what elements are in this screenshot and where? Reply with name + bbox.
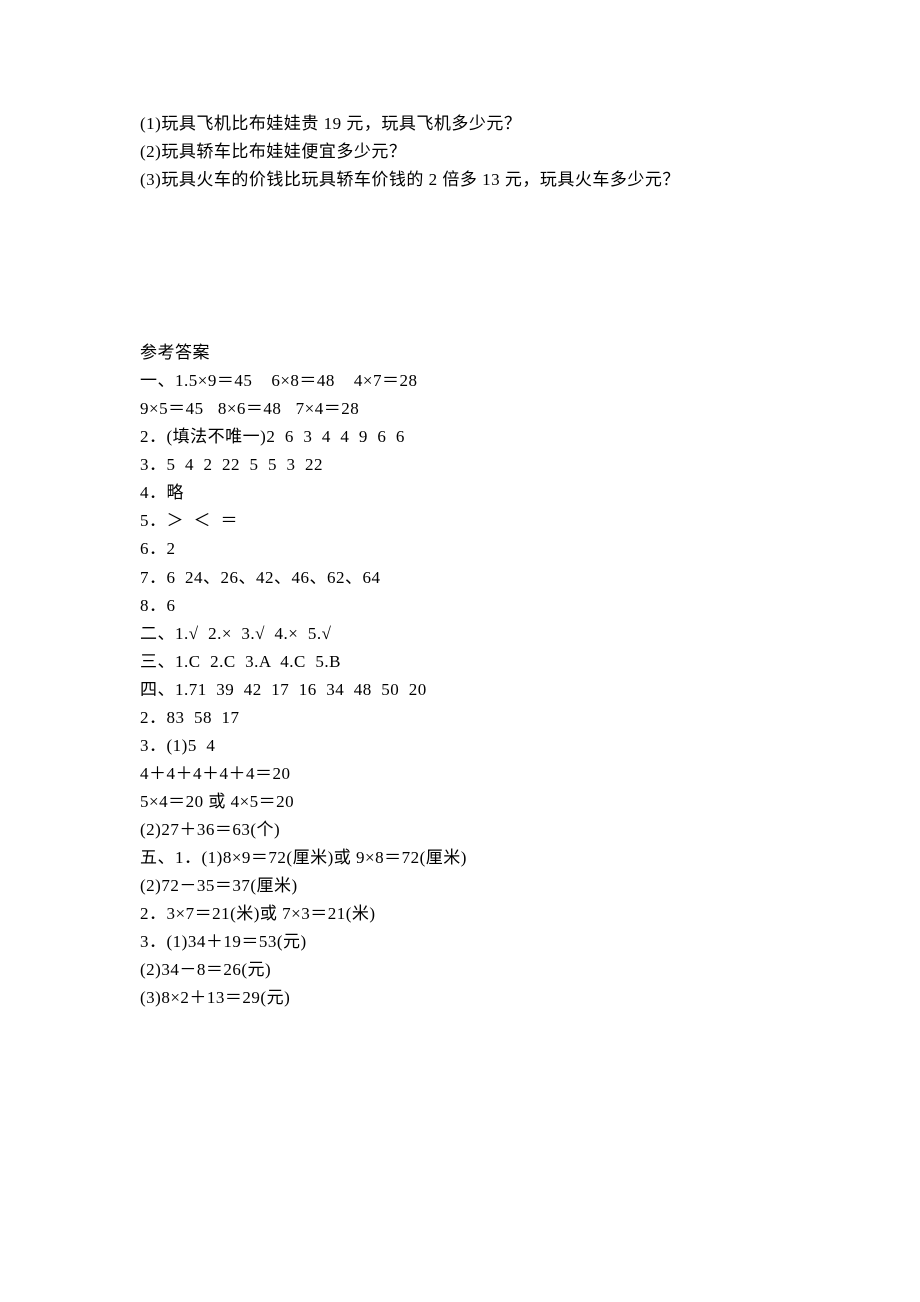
answer-section-3: 三、1.C 2.C 3.A 4.C 5.B bbox=[140, 648, 780, 676]
answers-title: 参考答案 bbox=[140, 339, 780, 367]
section-gap bbox=[140, 194, 780, 339]
document-content: (1)玩具飞机比布娃娃贵 19 元，玩具飞机多少元？ (2)玩具轿车比布娃娃便宜… bbox=[140, 110, 780, 1012]
answer-section-4-3b: 4＋4＋4＋4＋4＝20 bbox=[140, 760, 780, 788]
answer-section-5-5: (2)34－8＝26(元) bbox=[140, 956, 780, 984]
answer-1-2: 9×5＝45 8×6＝48 7×4＝28 bbox=[140, 395, 780, 423]
answer-5: 5．＞ ＜ ＝ bbox=[140, 507, 780, 535]
answer-section-4-3: 3．(1)5 4 bbox=[140, 732, 780, 760]
answer-2: 2．(填法不唯一)2 6 3 4 4 9 6 6 bbox=[140, 423, 780, 451]
question-2: (2)玩具轿车比布娃娃便宜多少元？ bbox=[140, 138, 780, 166]
answer-4: 4．略 bbox=[140, 479, 780, 507]
answer-section-5-6: (3)8×2＋13＝29(元) bbox=[140, 984, 780, 1012]
question-1: (1)玩具飞机比布娃娃贵 19 元，玩具飞机多少元？ bbox=[140, 110, 780, 138]
answer-section-4-1: 四、1.71 39 42 17 16 34 48 50 20 bbox=[140, 676, 780, 704]
answer-section-4-2: 2．83 58 17 bbox=[140, 704, 780, 732]
answer-3: 3．5 4 2 22 5 5 3 22 bbox=[140, 451, 780, 479]
answer-section-5-2: (2)72－35＝37(厘米) bbox=[140, 872, 780, 900]
answer-section-2: 二、1.√ 2.× 3.√ 4.× 5.√ bbox=[140, 620, 780, 648]
question-3: (3)玩具火车的价钱比玩具轿车价钱的 2 倍多 13 元，玩具火车多少元？ bbox=[140, 166, 780, 194]
answer-7: 7．6 24、26、42、46、62、64 bbox=[140, 564, 780, 592]
answer-6: 6．2 bbox=[140, 535, 780, 563]
answer-section-5-3: 2．3×7＝21(米)或 7×3＝21(米) bbox=[140, 900, 780, 928]
answer-section-4-3c: 5×4＝20 或 4×5＝20 bbox=[140, 788, 780, 816]
answer-section-5-1: 五、1．(1)8×9＝72(厘米)或 9×8＝72(厘米) bbox=[140, 844, 780, 872]
answer-section-5-4: 3．(1)34＋19＝53(元) bbox=[140, 928, 780, 956]
answer-section-4-3d: (2)27＋36＝63(个) bbox=[140, 816, 780, 844]
answer-8: 8．6 bbox=[140, 592, 780, 620]
answer-1-1: 一、1.5×9＝45 6×8＝48 4×7＝28 bbox=[140, 367, 780, 395]
